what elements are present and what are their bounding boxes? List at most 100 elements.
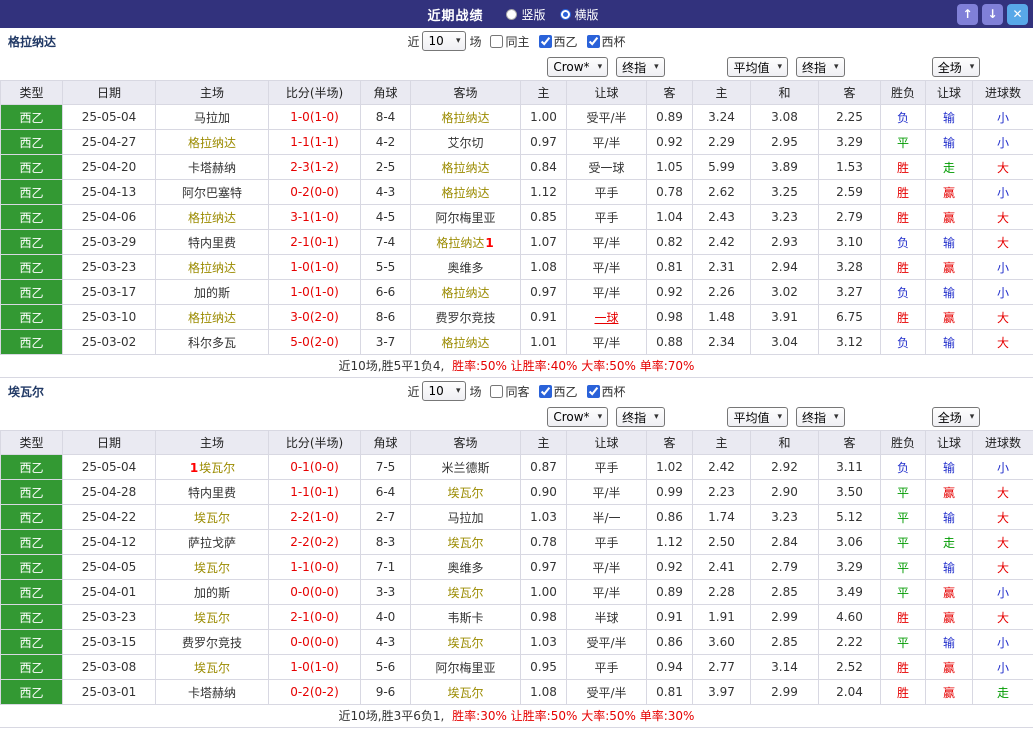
team-link-self[interactable]: 格拉纳达: [441, 186, 489, 200]
score[interactable]: 0-2(0-2): [268, 679, 361, 705]
score[interactable]: 2-2(0-2): [268, 529, 361, 555]
score[interactable]: 0-0(0-0): [268, 579, 361, 605]
scroll-up-button[interactable]: ↑: [957, 3, 978, 25]
score[interactable]: 3-1(1-0): [268, 204, 361, 230]
team-link-self[interactable]: 埃瓦尔: [447, 536, 483, 550]
home-team: 埃瓦尔: [155, 654, 269, 680]
score[interactable]: 0-0(0-0): [268, 629, 361, 655]
score[interactable]: 3-0(2-0): [268, 304, 361, 330]
checkbox-label: 西乙: [553, 384, 578, 399]
team-link-self[interactable]: 埃瓦尔: [194, 611, 230, 625]
recent-count-select[interactable]: 10 ▾: [422, 381, 467, 401]
team-link[interactable]: 马拉加: [194, 111, 230, 125]
same-venue-checkbox[interactable]: [490, 34, 504, 48]
team-link[interactable]: 萨拉戈萨: [188, 536, 236, 550]
team-link-self[interactable]: 格拉纳达: [188, 311, 236, 325]
team-link[interactable]: 马拉加: [447, 511, 483, 525]
score[interactable]: 2-1(0-0): [268, 604, 361, 630]
score[interactable]: 2-3(1-2): [268, 154, 361, 180]
recent-count-select[interactable]: 10 ▾: [422, 31, 467, 51]
ah-odds-time-select[interactable]: 终指 ▾: [616, 57, 665, 77]
away-team: 格拉纳达1: [410, 229, 521, 255]
team-link-self[interactable]: 埃瓦尔: [447, 586, 483, 600]
score[interactable]: 5-0(2-0): [268, 329, 361, 355]
team-link[interactable]: 阿尔梅里亚: [435, 661, 495, 675]
cup-checkbox[interactable]: [586, 384, 600, 398]
league-checkbox[interactable]: [538, 384, 552, 398]
team-link-self[interactable]: 埃瓦尔: [194, 561, 230, 575]
team-link-self[interactable]: 埃瓦尔: [447, 686, 483, 700]
scope-select[interactable]: 全场 ▾: [931, 57, 981, 77]
team-link-self[interactable]: 埃瓦尔: [194, 511, 230, 525]
layout-radio-vertical[interactable]: 竖版: [506, 6, 546, 23]
team-link[interactable]: 奥维多: [447, 261, 483, 275]
league-filter[interactable]: 西乙: [538, 33, 578, 50]
team-link[interactable]: 加的斯: [194, 586, 230, 600]
ah-bookmaker-select[interactable]: Crow* ▾: [547, 407, 609, 427]
team-link[interactable]: 阿尔巴塞特: [182, 186, 242, 200]
same-venue-filter[interactable]: 同客: [490, 383, 530, 400]
team-link-self[interactable]: 格拉纳达: [441, 336, 489, 350]
same-venue-filter[interactable]: 同主: [490, 33, 530, 50]
away-team: 奥维多: [410, 554, 521, 580]
score[interactable]: 1-1(0-0): [268, 554, 361, 580]
team-link[interactable]: 特内里费: [188, 486, 236, 500]
team-link-self[interactable]: 埃瓦尔: [447, 486, 483, 500]
score[interactable]: 1-0(1-0): [268, 104, 361, 130]
team-link[interactable]: 科尔多瓦: [188, 336, 236, 350]
score[interactable]: 1-0(1-0): [268, 254, 361, 280]
team-link-self[interactable]: 格拉纳达: [441, 161, 489, 175]
ah-odds-time-select[interactable]: 终指 ▾: [616, 407, 665, 427]
same-venue-checkbox[interactable]: [490, 384, 504, 398]
team-link-self[interactable]: 埃瓦尔: [199, 461, 235, 475]
cup-checkbox[interactable]: [586, 34, 600, 48]
eu-home-odds: 1.48: [692, 304, 751, 330]
team-link[interactable]: 卡塔赫纳: [188, 686, 236, 700]
league-checkbox[interactable]: [538, 34, 552, 48]
team-link[interactable]: 费罗尔竞技: [182, 636, 242, 650]
eu-draw-odds: 3.23: [750, 504, 819, 530]
eu-odds-time-select[interactable]: 终指 ▾: [796, 407, 845, 427]
eu-odds-time-select[interactable]: 终指 ▾: [796, 57, 845, 77]
scope-select[interactable]: 全场 ▾: [931, 407, 981, 427]
team-link-self[interactable]: 格拉纳达: [188, 261, 236, 275]
team-link-self[interactable]: 埃瓦尔: [194, 661, 230, 675]
result-flag: 胜: [880, 179, 926, 205]
team-link[interactable]: 艾尔切: [447, 136, 483, 150]
cup-filter[interactable]: 西杯: [586, 383, 626, 400]
team-link[interactable]: 米兰德斯: [441, 461, 489, 475]
score[interactable]: 1-1(1-1): [268, 129, 361, 155]
score[interactable]: 2-2(1-0): [268, 504, 361, 530]
ah-bookmaker-select[interactable]: Crow* ▾: [547, 57, 609, 77]
score[interactable]: 1-0(1-0): [268, 654, 361, 680]
team-link[interactable]: 卡塔赫纳: [188, 161, 236, 175]
team-link[interactable]: 特内里费: [188, 236, 236, 250]
eu-source-select[interactable]: 平均值 ▾: [727, 57, 788, 77]
team-link-self[interactable]: 埃瓦尔: [447, 636, 483, 650]
match-row: 西乙 25-03-01 卡塔赫纳 0-2(0-2) 9-6 埃瓦尔 1.08 受平/半 0.81…: [0, 679, 1033, 705]
team-link-self[interactable]: 格拉纳达: [441, 286, 489, 300]
eu-home-odds: 2.34: [692, 329, 751, 355]
score[interactable]: 0-1(0-0): [268, 454, 361, 480]
scroll-down-button[interactable]: ↓: [982, 3, 1003, 25]
score[interactable]: 1-0(1-0): [268, 279, 361, 305]
score[interactable]: 0-2(0-0): [268, 179, 361, 205]
team-link[interactable]: 加的斯: [194, 286, 230, 300]
layout-radio-horizontal[interactable]: 横版: [559, 6, 599, 23]
team-link[interactable]: 费罗尔竞技: [435, 311, 495, 325]
league-filter[interactable]: 西乙: [538, 383, 578, 400]
cup-filter[interactable]: 西杯: [586, 33, 626, 50]
team-link-self[interactable]: 格拉纳达: [188, 136, 236, 150]
away-team: 格拉纳达: [410, 154, 521, 180]
team-link[interactable]: 阿尔梅里亚: [435, 211, 495, 225]
team-link[interactable]: 韦斯卡: [447, 611, 483, 625]
team-link-self[interactable]: 格拉纳达: [436, 236, 484, 250]
team-link-self[interactable]: 格拉纳达: [441, 111, 489, 125]
team-link[interactable]: 奥维多: [447, 561, 483, 575]
league-badge: 西乙: [0, 154, 63, 180]
team-link-self[interactable]: 格拉纳达: [188, 211, 236, 225]
score[interactable]: 1-1(0-1): [268, 479, 361, 505]
close-button[interactable]: ✕: [1007, 3, 1028, 25]
eu-source-select[interactable]: 平均值 ▾: [727, 407, 788, 427]
score[interactable]: 2-1(0-1): [268, 229, 361, 255]
